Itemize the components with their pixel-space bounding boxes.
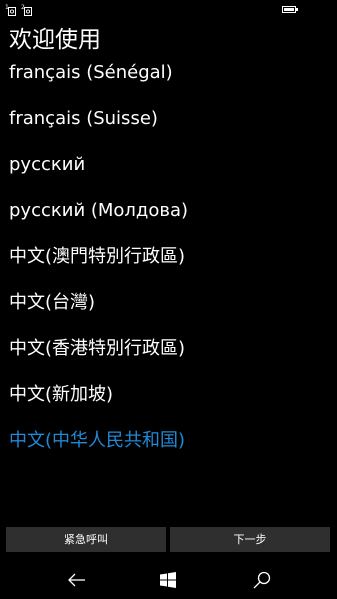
- language-item[interactable]: русский: [0, 142, 337, 188]
- sim2-icon: 2: [21, 3, 34, 16]
- page-title: 欢迎使用: [9, 27, 101, 53]
- back-arrow-icon[interactable]: [65, 568, 89, 592]
- bottom-app-bar: 紧急呼叫 下一步: [6, 527, 331, 552]
- language-item[interactable]: русский (Молдова): [0, 188, 337, 234]
- search-icon[interactable]: [250, 568, 274, 592]
- sim1-icon: 1: [5, 3, 18, 16]
- status-bar: 1 2: [0, 0, 337, 22]
- language-item[interactable]: 中文(香港特別行政區): [0, 326, 337, 372]
- sim-status: 1 2: [5, 3, 34, 16]
- language-item[interactable]: 中文(中华人民共和国): [0, 418, 337, 463]
- language-item[interactable]: français (Sénégal): [0, 58, 337, 96]
- windows-start-icon[interactable]: [156, 568, 180, 592]
- language-list[interactable]: français (Sénégal) français (Suisse) русск…: [0, 58, 337, 463]
- language-item[interactable]: 中文(澳門特別行政區): [0, 234, 337, 280]
- emergency-call-button[interactable]: 紧急呼叫: [6, 527, 166, 552]
- language-item[interactable]: français (Suisse): [0, 96, 337, 142]
- next-button[interactable]: 下一步: [170, 527, 330, 552]
- battery-icon: [282, 6, 298, 13]
- navigation-bar: [0, 560, 337, 599]
- language-item[interactable]: 中文(新加坡): [0, 372, 337, 418]
- language-item[interactable]: 中文(台灣): [0, 280, 337, 326]
